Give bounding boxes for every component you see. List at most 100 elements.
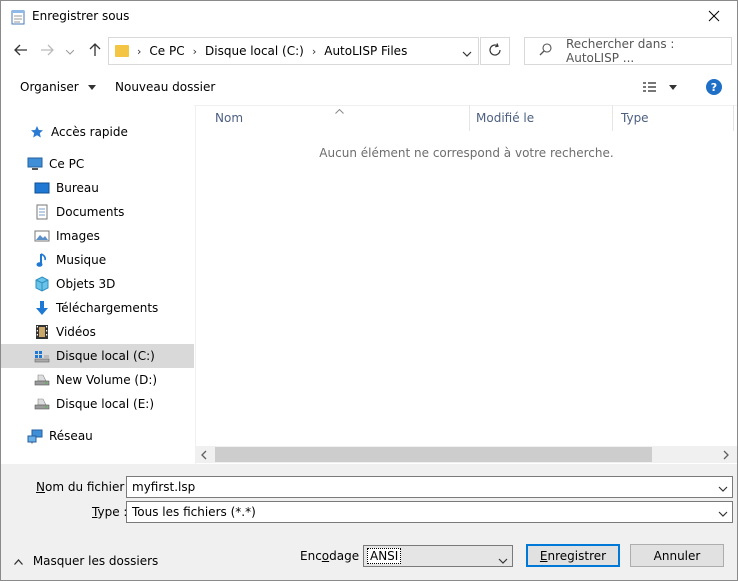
nav-label: Disque local (C:) — [56, 349, 155, 363]
file-list[interactable]: Nom Modifié le Type Aucun élément ne cor… — [196, 105, 737, 446]
nav-item-videos[interactable]: Vidéos — [1, 320, 194, 344]
column-header-name[interactable]: Nom — [215, 105, 243, 131]
file-type-select[interactable]: Tous les fichiers (*.*) — [126, 501, 733, 523]
type-label: Type : — [92, 505, 128, 519]
address-dropdown-icon[interactable] — [462, 46, 472, 60]
search-placeholder: Rechercher dans : AutoLISP ... — [566, 37, 675, 65]
drive-icon — [34, 372, 50, 388]
arrow-right-icon — [40, 44, 54, 59]
recent-locations-button[interactable] — [63, 41, 77, 61]
nav-label: Musique — [56, 253, 107, 267]
forward-button[interactable] — [37, 41, 57, 61]
desktop-icon — [34, 180, 50, 196]
windows-drive-icon — [34, 348, 50, 364]
column-type-label: Type — [621, 111, 649, 125]
hide-folders-label: Masquer les dossiers — [32, 554, 159, 568]
chevron-down-icon[interactable] — [718, 481, 728, 495]
column-divider[interactable] — [469, 105, 470, 131]
help-icon[interactable]: ? — [706, 79, 722, 95]
chevron-up-icon — [14, 558, 23, 565]
chevron-down-icon[interactable] — [718, 506, 728, 520]
nav-item-documents[interactable]: Documents — [1, 200, 194, 224]
encoding-label: Encodage : — [300, 549, 367, 563]
search-box[interactable]: Rechercher dans : AutoLISP ... — [524, 37, 732, 65]
nav-item-desktop[interactable]: Bureau — [1, 176, 194, 200]
breadcrumb-local-disk-c[interactable]: Disque local (C:) — [205, 44, 304, 58]
nav-label: Ce PC — [49, 157, 85, 171]
search-icon — [539, 43, 552, 59]
nav-label: Disque local (E:) — [56, 397, 155, 411]
pictures-icon — [34, 228, 50, 244]
details-view-icon — [643, 82, 677, 92]
save-form: Nom du fichier : myfirst.lsp Type : Tous… — [1, 464, 737, 580]
nav-item-quick-access[interactable]: Accès rapide — [1, 120, 194, 144]
nav-label: Réseau — [49, 429, 93, 443]
notepad-icon — [11, 9, 25, 25]
film-icon — [34, 324, 50, 340]
music-note-icon — [34, 252, 50, 268]
close-button[interactable] — [691, 1, 737, 33]
star-icon — [29, 124, 45, 140]
nav-item-local-disk-c[interactable]: Disque local (C:) — [1, 344, 194, 368]
nav-item-downloads[interactable]: Téléchargements — [1, 296, 194, 320]
save-as-dialog: Enregistrer sous › Ce PC › Disque local … — [0, 0, 738, 581]
back-button[interactable] — [11, 41, 31, 61]
nav-label: Téléchargements — [56, 301, 159, 315]
chevron-right-icon: › — [311, 44, 317, 58]
horizontal-scrollbar[interactable] — [196, 446, 737, 463]
download-arrow-icon — [34, 300, 50, 316]
title-bar: Enregistrer sous — [1, 1, 737, 33]
nav-item-new-volume-d[interactable]: New Volume (D:) — [1, 368, 194, 392]
refresh-button[interactable] — [480, 37, 510, 65]
network-icon — [27, 428, 43, 444]
scrollbar-thumb[interactable] — [215, 447, 652, 462]
column-divider[interactable] — [612, 105, 613, 131]
encoding-select[interactable]: ANSI — [363, 545, 513, 567]
organize-label: Organiser — [20, 80, 79, 94]
column-header-modified[interactable]: Modifié le — [476, 105, 534, 131]
filename-value: myfirst.lsp — [132, 480, 196, 494]
nav-label: Bureau — [56, 181, 99, 195]
cube-icon — [34, 276, 50, 292]
breadcrumb-autolisp-files[interactable]: AutoLISP Files — [324, 44, 407, 58]
breadcrumb-this-pc[interactable]: Ce PC — [149, 44, 184, 58]
nav-item-local-disk-e[interactable]: Disque local (E:) — [1, 392, 194, 416]
nav-label: New Volume (D:) — [56, 373, 158, 387]
scroll-left-icon[interactable] — [201, 449, 207, 463]
nav-item-3d-objects[interactable]: Objets 3D — [1, 272, 194, 296]
chevron-right-icon: › — [192, 44, 198, 58]
up-button[interactable] — [85, 41, 105, 61]
address-bar[interactable]: › Ce PC › Disque local (C:) › AutoLISP F… — [108, 37, 479, 65]
nav-label: Documents — [56, 205, 125, 219]
save-button[interactable]: Enregistrer — [526, 544, 620, 567]
close-icon — [708, 10, 720, 25]
cancel-button[interactable]: Annuler — [630, 544, 724, 567]
drive-icon — [34, 396, 50, 412]
arrow-up-icon — [89, 42, 101, 60]
nav-item-network[interactable]: Réseau — [1, 424, 194, 448]
scroll-right-icon[interactable] — [723, 449, 729, 463]
filename-input[interactable]: myfirst.lsp — [126, 476, 733, 498]
chevron-right-icon: › — [137, 44, 142, 58]
refresh-icon — [488, 42, 502, 60]
column-header-type[interactable]: Type — [621, 105, 649, 131]
hide-folders-toggle[interactable]: Masquer les dossiers — [14, 554, 158, 568]
chevron-down-icon[interactable] — [498, 553, 508, 567]
caret-down-icon — [88, 85, 97, 90]
organize-menu[interactable]: Organiser — [20, 80, 97, 94]
nav-item-music[interactable]: Musique — [1, 248, 194, 272]
documents-icon — [34, 204, 50, 220]
nav-item-this-pc[interactable]: Ce PC — [1, 152, 194, 176]
view-options-button[interactable] — [641, 81, 681, 96]
column-divider[interactable] — [733, 105, 734, 131]
nav-label: Images — [56, 229, 100, 243]
encoding-value: ANSI — [367, 548, 402, 564]
nav-label: Objets 3D — [56, 277, 116, 291]
nav-label: Accès rapide — [51, 125, 128, 139]
new-folder-button[interactable]: Nouveau dossier — [115, 80, 215, 94]
navigation-bar: › Ce PC › Disque local (C:) › AutoLISP F… — [1, 33, 737, 69]
nav-item-pictures[interactable]: Images — [1, 224, 194, 248]
filename-label: Nom du fichier : — [36, 480, 133, 494]
file-type-value: Tous les fichiers (*.*) — [132, 505, 256, 519]
folder-icon — [115, 45, 129, 57]
